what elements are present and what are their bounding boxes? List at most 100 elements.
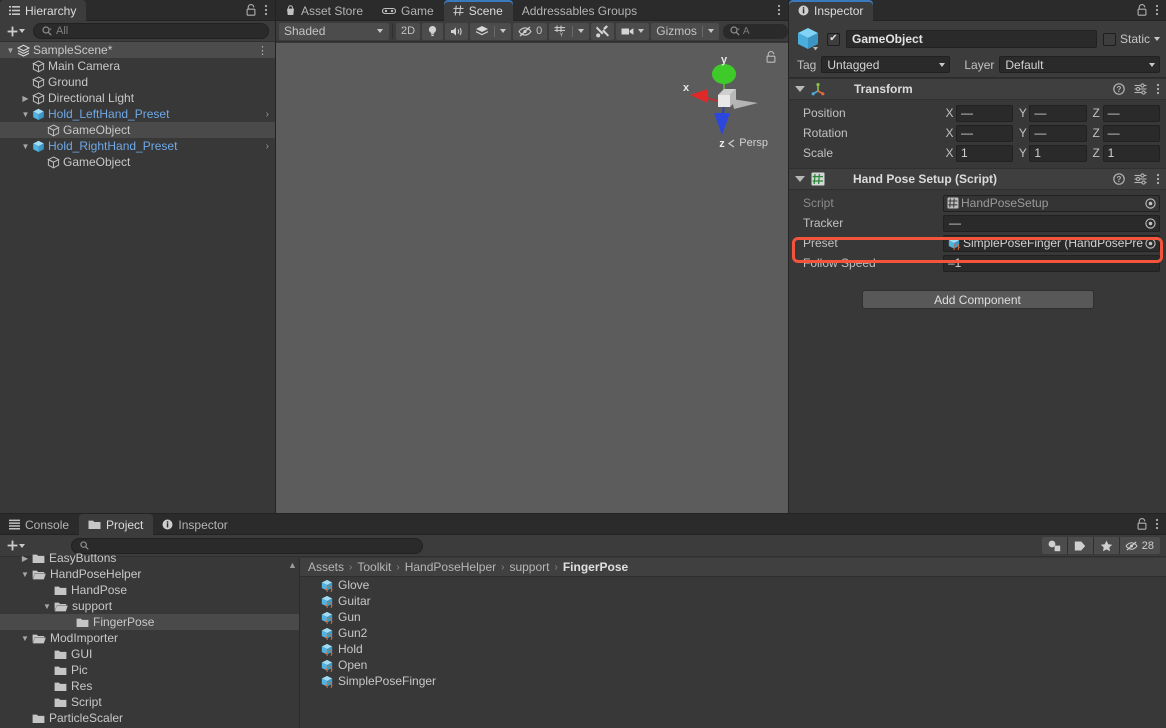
project-folder-tree[interactable]: ▶ EasyButtons ▼ HandPoseHelper▶HandPose ▼ sup… [0, 551, 300, 728]
rotation-z-input[interactable]: — [1102, 124, 1160, 142]
grid-dropdown[interactable]: Y [549, 22, 590, 40]
hierarchy-menu-icon[interactable] [264, 4, 268, 16]
folder-1-expanded-arrow[interactable]: ▼ [18, 570, 32, 579]
tab-hierarchy[interactable]: Hierarchy [0, 0, 87, 21]
static-toggle-group[interactable]: Static [1102, 32, 1160, 46]
lock-icon[interactable] [1137, 4, 1147, 16]
component-menu-icon[interactable] [1156, 173, 1160, 185]
static-checkbox[interactable] [1102, 32, 1116, 46]
asset-row-gun2[interactable]: {} Gun2 [300, 625, 1166, 641]
gizmos-caret[interactable] [703, 23, 719, 40]
folder-3-expanded-arrow[interactable]: ▼ [40, 602, 54, 611]
lock-icon[interactable] [246, 4, 256, 16]
lock-icon[interactable] [1137, 518, 1147, 530]
project-menu-icon[interactable] [1155, 518, 1159, 530]
toggle-2d-button[interactable]: 2D [396, 22, 421, 40]
breadcrumb-item-assets[interactable]: Assets [308, 560, 344, 574]
hierarchy-row-directional-light[interactable]: ▶ Directional Light [0, 90, 275, 106]
folder-5-expanded-arrow[interactable]: ▼ [18, 634, 32, 643]
folder-tree-scrollbar[interactable]: ▲ [288, 560, 297, 726]
object-picker-icon[interactable] [1144, 197, 1157, 209]
project-asset-list[interactable]: Assets › Toolkit › HandPoseHelper › support › Fi… [300, 558, 1166, 728]
tab-console[interactable]: Console [0, 514, 79, 535]
script-object-field[interactable]: HandPoseSetup [943, 194, 1160, 212]
grid-toggle[interactable]: Y [549, 23, 572, 40]
position-x-input[interactable]: — [956, 104, 1014, 122]
folder-row-fingerpose[interactable]: ▶FingerPose [0, 614, 299, 630]
component-menu-icon[interactable] [1156, 83, 1160, 95]
transform-foldout-icon[interactable] [795, 86, 805, 92]
hierarchy-row-samplescene-[interactable]: ▼ SampleScene* ⋮ [0, 42, 275, 58]
scene-menu-icon[interactable] [777, 4, 781, 16]
scale-z-input[interactable]: 1 [1102, 144, 1160, 162]
folder-row-modimporter[interactable]: ▼ ModImporter [0, 630, 299, 646]
object-picker-icon[interactable] [1144, 237, 1157, 249]
hierarchy-tree[interactable]: ▼SampleScene*⋮▼Main Camera▼Ground▶Direct… [0, 42, 275, 513]
preset-object-field[interactable]: {} SimplePoseFinger (HandPosePre [943, 234, 1160, 252]
hierarchy-row-ground[interactable]: ▼Ground [0, 74, 275, 90]
static-dropdown-caret[interactable] [1154, 37, 1160, 41]
preset-icon[interactable] [1134, 83, 1147, 95]
hierarchy-row-gameobject[interactable]: ▼GameObject [0, 154, 275, 170]
gameobject-enabled-checkbox[interactable]: ✔ [827, 32, 840, 46]
tag-dropdown[interactable]: Untagged [821, 56, 951, 73]
filter-by-label-button[interactable] [1067, 537, 1094, 554]
scene-projection-indicator[interactable]: Persp [727, 137, 768, 149]
tab-addressables-groups[interactable]: Addressables Groups [513, 0, 647, 21]
hand-pose-setup-header[interactable]: Hand Pose Setup (Script) ? [789, 168, 1166, 190]
help-icon[interactable]: ? [1113, 83, 1125, 95]
folder-row-easybuttons[interactable]: ▶ EasyButtons [0, 550, 299, 566]
scene-search-input[interactable]: A [722, 23, 788, 39]
position-y-input[interactable]: — [1029, 104, 1087, 122]
hierarchy-3-collapsed-arrow[interactable]: ▶ [19, 94, 32, 103]
scene-camera-dropdown[interactable] [616, 22, 650, 40]
hierarchy-row-gameobject[interactable]: ▼GameObject [0, 122, 275, 138]
folder-row-particlescaler[interactable]: ▶ParticleScaler [0, 710, 299, 726]
preset-icon[interactable] [1134, 173, 1147, 185]
create-object-button[interactable] [3, 26, 29, 37]
scene-tools-button[interactable] [591, 22, 615, 40]
scale-y-input[interactable]: 1 [1029, 144, 1087, 162]
grid-caret[interactable] [573, 23, 589, 40]
gizmos-toggle[interactable]: Gizmos [651, 23, 702, 40]
prefab-open-chevron-icon[interactable]: › [266, 109, 269, 120]
hierarchy-row-hold-righthand-preset[interactable]: ▼ Hold_RightHand_Preset › [0, 138, 275, 154]
hierarchy-6-expanded-arrow[interactable]: ▼ [19, 142, 32, 151]
prefab-open-chevron-icon[interactable]: › [266, 141, 269, 152]
tab-scene[interactable]: Scene [443, 0, 513, 21]
tab-asset-store[interactable]: Asset Store [276, 0, 373, 21]
scale-x-input[interactable]: 1 [956, 144, 1014, 162]
transform-header[interactable]: Transform ? [789, 78, 1166, 100]
folder-row-res[interactable]: ▶Res [0, 678, 299, 694]
shading-mode-dropdown[interactable]: Shaded [279, 22, 390, 40]
fx-toggle[interactable] [470, 23, 494, 40]
folder-row-gui[interactable]: ▶GUI [0, 646, 299, 662]
asset-row-hold[interactable]: {} Hold [300, 641, 1166, 657]
gameobject-name-input[interactable]: GameObject [846, 30, 1097, 48]
follow-speed-input[interactable]: –1 [943, 254, 1160, 272]
scene-visibility-toggle[interactable]: 0 [513, 22, 548, 40]
tracker-object-field[interactable]: — [943, 214, 1160, 232]
breadcrumb-item-support[interactable]: support [509, 560, 549, 574]
folder-row-handpose[interactable]: ▶HandPose [0, 582, 299, 598]
help-icon[interactable]: ? [1113, 173, 1125, 185]
folder-row-handposehelper[interactable]: ▼ HandPoseHelper [0, 566, 299, 582]
add-component-button[interactable]: Add Component [861, 290, 1094, 309]
layer-dropdown[interactable]: Default [999, 56, 1160, 73]
scene-viewport[interactable]: y x z Persp [276, 43, 788, 513]
inspector-menu-icon[interactable] [1155, 4, 1159, 16]
breadcrumb-item-handposehelper[interactable]: HandPoseHelper [405, 560, 496, 574]
hidden-assets-indicator[interactable]: 28 [1119, 537, 1160, 554]
favorites-button[interactable] [1093, 537, 1120, 554]
scene-lighting-toggle[interactable] [422, 22, 444, 40]
rotation-y-input[interactable]: — [1029, 124, 1087, 142]
hand-pose-setup-foldout-icon[interactable] [795, 176, 805, 182]
folder-row-script[interactable]: ▶Script [0, 694, 299, 710]
breadcrumb-item-toolkit[interactable]: Toolkit [357, 560, 391, 574]
asset-row-glove[interactable]: {} Glove [300, 577, 1166, 593]
asset-row-guitar[interactable]: {} Guitar [300, 593, 1166, 609]
gizmos-dropdown[interactable]: Gizmos [651, 22, 719, 40]
asset-row-simpleposefinger[interactable]: {} SimplePoseFinger [300, 673, 1166, 689]
hierarchy-0-expanded-arrow[interactable]: ▼ [4, 46, 17, 55]
tab-game[interactable]: Game [373, 0, 444, 21]
